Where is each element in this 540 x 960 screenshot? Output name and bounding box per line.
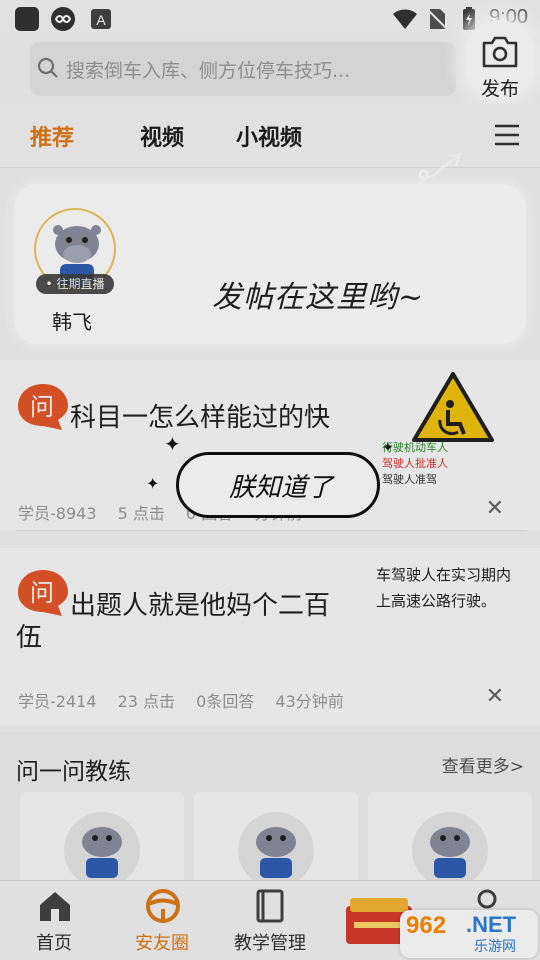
- host-name: 韩飞: [52, 310, 92, 334]
- search-bar[interactable]: 搜索倒车入库、侧方位停车技巧...: [30, 42, 456, 96]
- home-icon: [40, 892, 70, 921]
- post-title-cont[interactable]: 伍: [16, 620, 42, 656]
- app-square-icon: [15, 7, 39, 31]
- tab-short-video[interactable]: 小视频: [236, 120, 302, 152]
- book-icon: [256, 889, 284, 923]
- wifi-icon: [393, 9, 417, 29]
- exam-snippet: 车驾驶人在实习期内 上高速公路行驶。: [376, 562, 511, 614]
- sparkle-icon: ✦: [164, 432, 181, 456]
- post-time: 43分钟前: [275, 692, 344, 711]
- tab-video[interactable]: 视频: [140, 120, 184, 152]
- nav-label: 首页: [36, 933, 72, 954]
- watermark-domain: .NET: [466, 912, 517, 937]
- nav-teaching[interactable]: 教学管理: [216, 881, 324, 960]
- exam-snippet-line: 车驾驶人在实习期内: [376, 566, 512, 584]
- svg-text:问: 问: [30, 393, 54, 421]
- got-it-label: 朕知道了: [228, 473, 333, 503]
- dismiss-button[interactable]: ✕: [486, 496, 504, 521]
- section-title: 问一问教练: [16, 759, 131, 785]
- tab-recommend[interactable]: 推荐: [30, 120, 74, 152]
- divider: [16, 530, 524, 531]
- question-icon: 问: [18, 570, 68, 616]
- coach-card[interactable]: [20, 792, 184, 892]
- watermark-site: 乐游网: [474, 939, 516, 955]
- infinity-icon: [51, 7, 75, 31]
- post-title[interactable]: 出题人就是他妈个二百: [70, 588, 330, 624]
- nav-label: 教学管理: [234, 933, 306, 954]
- thumbnail-option: 驾驶人批准人: [382, 457, 448, 470]
- thumbnail-option: 驾驶人准驾: [382, 473, 437, 486]
- live-badge: • 往期直播: [36, 274, 114, 294]
- no-sim-icon: [426, 8, 448, 30]
- sparkle-icon: ✦: [146, 474, 160, 493]
- publish-hint: 发帖在这里哟~: [212, 280, 425, 315]
- hippo-mascot-icon: [238, 812, 314, 880]
- watermark-number: 962: [406, 912, 447, 939]
- publish-button[interactable]: 发布: [466, 20, 534, 100]
- dismiss-button[interactable]: ✕: [486, 684, 504, 709]
- post-clicks: 23 点击: [117, 692, 176, 711]
- exam-snippet-line: 上高速公路行驶。: [376, 592, 497, 610]
- question-icon: 问: [18, 384, 68, 430]
- search-icon: [37, 57, 58, 78]
- post-meta: 学员-2414 23 点击 0条回答 43分钟前: [18, 688, 360, 712]
- post-title[interactable]: 科目一怎么样能过的快: [70, 400, 330, 436]
- got-it-button[interactable]: 朕知道了: [176, 452, 380, 518]
- a-badge-icon: A: [91, 9, 111, 29]
- ask-coach-section: 问一问教练 查看更多>: [0, 732, 540, 892]
- post-answers: 0条回答: [196, 692, 255, 711]
- post-author: 学员-8943: [18, 504, 97, 523]
- status-bar: A 9:00: [0, 0, 540, 36]
- hippo-mascot-icon: [412, 812, 488, 880]
- svg-text:A: A: [96, 12, 106, 28]
- menu-icon[interactable]: [492, 120, 522, 150]
- warning-sign-thumbnail: [412, 372, 494, 442]
- nav-label: 安友圈: [135, 933, 189, 954]
- svg-text:问: 问: [30, 579, 54, 607]
- hippo-mascot-icon: [64, 812, 140, 880]
- post-author: 学员-2414: [18, 692, 97, 711]
- see-more-link[interactable]: 查看更多>: [442, 752, 524, 777]
- live-card[interactable]: • 往期直播 韩飞 发帖在这里哟~: [14, 184, 526, 344]
- publish-label: 发布: [480, 78, 519, 100]
- site-watermark: 962 .NET 乐游网: [400, 910, 538, 958]
- search-input[interactable]: 搜索倒车入库、侧方位停车技巧...: [66, 56, 350, 83]
- steering-wheel-icon: [146, 889, 180, 923]
- sparkle-icon: ✦: [382, 440, 394, 456]
- camera-icon: [482, 36, 518, 68]
- coach-card[interactable]: [368, 792, 532, 892]
- post-clicks: 5 点击: [117, 504, 165, 523]
- nav-circle[interactable]: 安友圈: [108, 881, 216, 960]
- coach-card[interactable]: [194, 792, 358, 892]
- nav-home[interactable]: 首页: [0, 881, 108, 960]
